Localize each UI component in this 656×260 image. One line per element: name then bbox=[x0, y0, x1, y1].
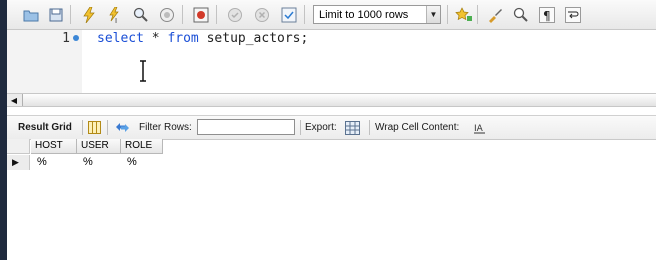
scroll-left-arrow-icon[interactable]: ◀ bbox=[7, 94, 21, 106]
toolbar-separator bbox=[300, 120, 301, 135]
text-cursor-ibeam-icon bbox=[140, 60, 146, 82]
grid-corner-cell bbox=[7, 139, 30, 154]
keyword-select: select bbox=[97, 31, 144, 46]
execute-lightning-icon[interactable] bbox=[79, 5, 98, 24]
svg-text:¶: ¶ bbox=[543, 9, 551, 23]
filter-rows-label: Filter Rows: bbox=[139, 122, 192, 133]
toolbar-separator bbox=[182, 5, 183, 24]
limit-rows-value: Limit to 1000 rows bbox=[319, 8, 409, 21]
column-header-role[interactable]: ROLE bbox=[121, 139, 163, 154]
toolbar-separator bbox=[477, 5, 478, 24]
wrap-cell-content-icon[interactable]: IA bbox=[472, 120, 487, 135]
execute-current-statement-icon[interactable]: I bbox=[105, 5, 124, 24]
result-grid-toolbar: Result Grid Filter Rows: Export: Wrap Ce… bbox=[7, 115, 656, 140]
toolbar-separator bbox=[369, 120, 370, 135]
export-grid-icon[interactable] bbox=[345, 120, 360, 135]
line-number: 1 bbox=[62, 31, 70, 46]
add-snippet-star-icon[interactable] bbox=[454, 5, 473, 24]
column-header-user[interactable]: USER bbox=[77, 139, 121, 154]
stop-icon[interactable] bbox=[157, 5, 176, 24]
toggle-continue-on-error-icon[interactable] bbox=[191, 5, 210, 24]
sql-editor-toolbar: I Limit to 1000 rows ▼ ¶ bbox=[7, 0, 656, 30]
find-replace-magnifier-icon[interactable] bbox=[511, 5, 530, 24]
column-header-host[interactable]: HOST bbox=[31, 139, 77, 154]
statement-marker-dot-icon bbox=[73, 35, 79, 41]
refresh-arrows-icon[interactable] bbox=[115, 120, 130, 135]
keyword-from: from bbox=[167, 31, 199, 46]
scrollbar-thumb[interactable] bbox=[22, 94, 656, 106]
toolbar-separator bbox=[70, 5, 71, 24]
toolbar-separator bbox=[216, 5, 217, 24]
cell-user[interactable]: % bbox=[77, 155, 93, 170]
row-selector-arrow-icon[interactable]: ▶ bbox=[7, 155, 30, 170]
beautify-brush-icon[interactable] bbox=[485, 5, 504, 24]
toolbar-separator bbox=[304, 5, 305, 24]
toolbar-separator bbox=[82, 120, 83, 135]
grid-layout-icon[interactable] bbox=[87, 120, 102, 135]
filter-rows-input[interactable] bbox=[197, 119, 295, 135]
code-table-name: setup_actors; bbox=[198, 31, 309, 46]
save-icon[interactable] bbox=[46, 5, 65, 24]
commit-check-icon[interactable] bbox=[225, 5, 244, 24]
limit-rows-select[interactable]: Limit to 1000 rows ▼ bbox=[313, 5, 441, 24]
word-wrap-icon[interactable] bbox=[563, 5, 582, 24]
cell-role[interactable]: % bbox=[121, 155, 137, 170]
window-frame-edge bbox=[0, 0, 7, 260]
toolbar-separator bbox=[107, 120, 108, 135]
open-folder-icon[interactable] bbox=[21, 5, 40, 24]
rollback-x-icon[interactable] bbox=[252, 5, 271, 24]
chevron-down-icon[interactable]: ▼ bbox=[426, 6, 440, 23]
explain-magnifier-icon[interactable] bbox=[131, 5, 150, 24]
autocommit-toggle-icon[interactable] bbox=[279, 5, 298, 24]
toolbar-separator bbox=[447, 5, 448, 24]
result-grid-label: Result Grid bbox=[18, 122, 72, 133]
wrap-cell-content-label: Wrap Cell Content: bbox=[375, 122, 460, 133]
sql-code-line: select * from setup_actors; bbox=[97, 30, 308, 47]
editor-horizontal-scrollbar[interactable]: ◀ bbox=[7, 93, 656, 107]
cell-host[interactable]: % bbox=[31, 155, 47, 170]
code-star: * bbox=[143, 31, 168, 46]
svg-text:I: I bbox=[115, 17, 117, 23]
export-label: Export: bbox=[305, 122, 337, 133]
invisible-characters-pilcrow-icon[interactable]: ¶ bbox=[537, 5, 556, 24]
line-number-gutter: 1 bbox=[7, 30, 82, 93]
sql-editor[interactable]: 1 select * from setup_actors; bbox=[7, 30, 656, 93]
